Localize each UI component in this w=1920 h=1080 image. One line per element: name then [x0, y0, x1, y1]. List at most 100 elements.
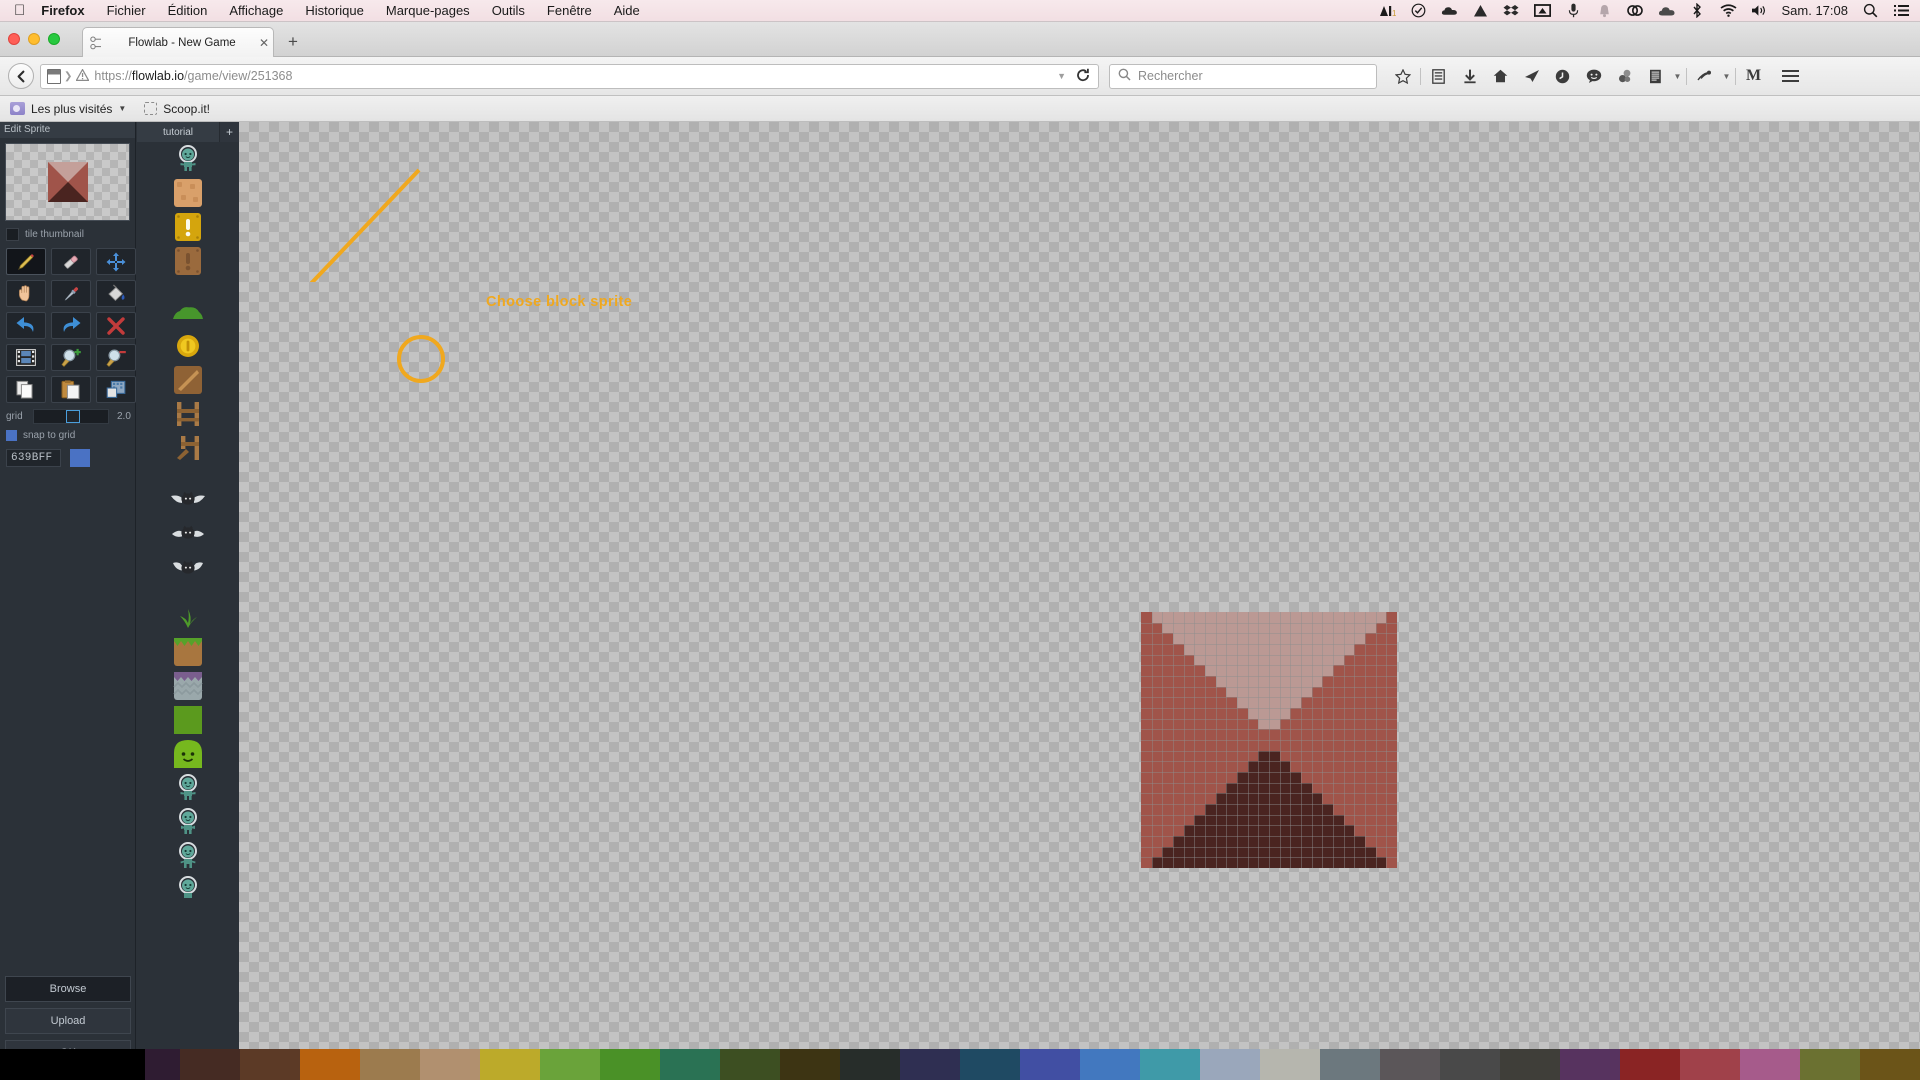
copy-tool[interactable] [6, 376, 46, 403]
clear-tool[interactable] [96, 312, 136, 339]
palette-swatch-22[interactable] [1320, 1049, 1380, 1080]
palette-swatch-23[interactable] [1380, 1049, 1440, 1080]
tile-thumbnail-row[interactable]: tile thumbnail [0, 221, 135, 245]
adobe-ai-icon[interactable]: 1 [1379, 3, 1396, 19]
paste-tool[interactable] [51, 376, 91, 403]
medium-m-icon[interactable]: M [1738, 62, 1769, 90]
pocket-icon[interactable] [1609, 62, 1640, 90]
creative-cloud-icon[interactable] [1627, 3, 1644, 19]
sprite-item-coin[interactable] [137, 329, 239, 363]
sprite-item-bat-1[interactable] [137, 482, 239, 516]
bookmark-scoopit[interactable]: Scoop.it! [144, 102, 210, 116]
sprite-item-stone-ground[interactable] [137, 669, 239, 703]
snap-to-grid-checkbox[interactable] [6, 430, 17, 441]
sprite-item-player-3[interactable] [137, 839, 239, 873]
new-tab-button[interactable]: + [282, 33, 304, 53]
menu-item-historique[interactable]: Historique [305, 3, 364, 18]
reload-icon[interactable] [1076, 68, 1090, 85]
hex-color-input[interactable]: 639BFF [6, 449, 61, 467]
import-tool[interactable] [96, 376, 136, 403]
current-color-swatch[interactable] [70, 449, 90, 467]
menu-item-fenetre[interactable]: Fenêtre [547, 3, 592, 18]
onedrive-icon[interactable] [1658, 3, 1675, 19]
history-clock-icon[interactable] [1547, 62, 1578, 90]
close-icon[interactable]: ✕ [255, 36, 273, 50]
sprite-item-bat-3[interactable] [137, 550, 239, 584]
pencil-tool[interactable] [6, 248, 46, 275]
grid-slider[interactable] [33, 409, 109, 424]
palette-swatch-29[interactable] [1740, 1049, 1800, 1080]
bluetooth-icon[interactable] [1689, 3, 1706, 19]
zoom-button[interactable] [48, 33, 60, 45]
undo-tool[interactable] [6, 312, 46, 339]
sprite-item-ladder[interactable] [137, 397, 239, 431]
pan-tool[interactable] [6, 280, 46, 307]
sprite-item-player-4[interactable] [137, 873, 239, 907]
menu-item-firefox[interactable]: Firefox [41, 3, 84, 18]
palette-swatch-16[interactable] [960, 1049, 1020, 1080]
palette-swatch-9[interactable] [540, 1049, 600, 1080]
sprite-item-ramp[interactable] [137, 363, 239, 397]
download-arrow-icon[interactable] [1454, 62, 1485, 90]
palette-swatch-8[interactable] [480, 1049, 540, 1080]
sprite-item-bat-2[interactable] [137, 516, 239, 550]
page-icon[interactable] [47, 68, 61, 84]
snap-to-grid-row[interactable]: snap to grid [0, 424, 135, 441]
airplay-icon[interactable] [1533, 3, 1551, 19]
url-bar[interactable]: ❯ https://flowlab.io/game/view/251368 ▼ [40, 63, 1099, 89]
palette-swatch-25[interactable] [1500, 1049, 1560, 1080]
browser-tab[interactable]: Flowlab - New Game ✕ [82, 27, 274, 57]
google-drive-icon[interactable] [1472, 3, 1489, 19]
palette-swatch-30[interactable] [1800, 1049, 1860, 1080]
palette-swatch-31[interactable] [1860, 1049, 1920, 1080]
fill-tool[interactable] [96, 280, 136, 307]
minimize-button[interactable] [28, 33, 40, 45]
menu-item-marque-pages[interactable]: Marque-pages [386, 3, 470, 18]
palette-swatch-3[interactable] [180, 1049, 240, 1080]
animation-tool[interactable] [6, 344, 46, 371]
chevron-down-icon[interactable]: ▼ [1057, 71, 1066, 81]
sprite-item-player-2[interactable] [137, 805, 239, 839]
palette-swatch-6[interactable] [360, 1049, 420, 1080]
palette-swatch-28[interactable] [1680, 1049, 1740, 1080]
extension-icon[interactable] [1689, 62, 1720, 90]
menu-item-edition[interactable]: Édition [168, 3, 208, 18]
cloud-icon[interactable] [1441, 3, 1458, 19]
close-button[interactable] [8, 33, 20, 45]
palette-swatch-26[interactable] [1560, 1049, 1620, 1080]
eraser-tool[interactable] [51, 248, 91, 275]
palette-swatch-11[interactable] [660, 1049, 720, 1080]
bookmark-most-visited[interactable]: Les plus visités ▼ [10, 102, 126, 116]
sprite-item-broken-ladder[interactable] [137, 431, 239, 465]
sprite-item-bush[interactable] [137, 295, 239, 329]
sprite-item-astronaut[interactable] [137, 142, 239, 176]
home-icon[interactable] [1485, 62, 1516, 90]
dropbox-icon[interactable] [1503, 3, 1520, 19]
tab-tutorial[interactable]: tutorial [137, 122, 219, 142]
palette-swatch-18[interactable] [1080, 1049, 1140, 1080]
bell-icon[interactable] [1596, 3, 1613, 19]
search-bar[interactable]: Rechercher [1109, 63, 1377, 89]
search-icon[interactable] [1862, 3, 1879, 19]
zoom-in-tool[interactable] [51, 344, 91, 371]
slider-knob[interactable] [66, 410, 80, 423]
microphone-icon[interactable] [1565, 3, 1582, 19]
palette-swatch-7[interactable] [420, 1049, 480, 1080]
sprite-item-green-block[interactable] [137, 703, 239, 737]
zoom-out-tool[interactable] [96, 344, 136, 371]
menu-item-outils[interactable]: Outils [492, 3, 525, 18]
palette-swatch-10[interactable] [600, 1049, 660, 1080]
sprite-pixel-grid[interactable] [1141, 612, 1397, 868]
sprite-item-crate-block[interactable] [137, 176, 239, 210]
chevron-down-icon[interactable]: ▼ [118, 104, 126, 113]
palette-swatch-17[interactable] [1020, 1049, 1080, 1080]
reader-mode-icon[interactable] [1640, 62, 1671, 90]
apple-icon[interactable]:  [14, 3, 25, 18]
move-tool[interactable] [96, 248, 136, 275]
menu-item-aide[interactable]: Aide [614, 3, 640, 18]
hamburger-menu-icon[interactable] [1775, 62, 1805, 90]
menu-item-fichier[interactable]: Fichier [107, 3, 146, 18]
insecure-warning-icon[interactable] [75, 67, 91, 84]
list-icon[interactable] [1893, 3, 1910, 19]
sprite-item-slime[interactable] [137, 737, 239, 771]
